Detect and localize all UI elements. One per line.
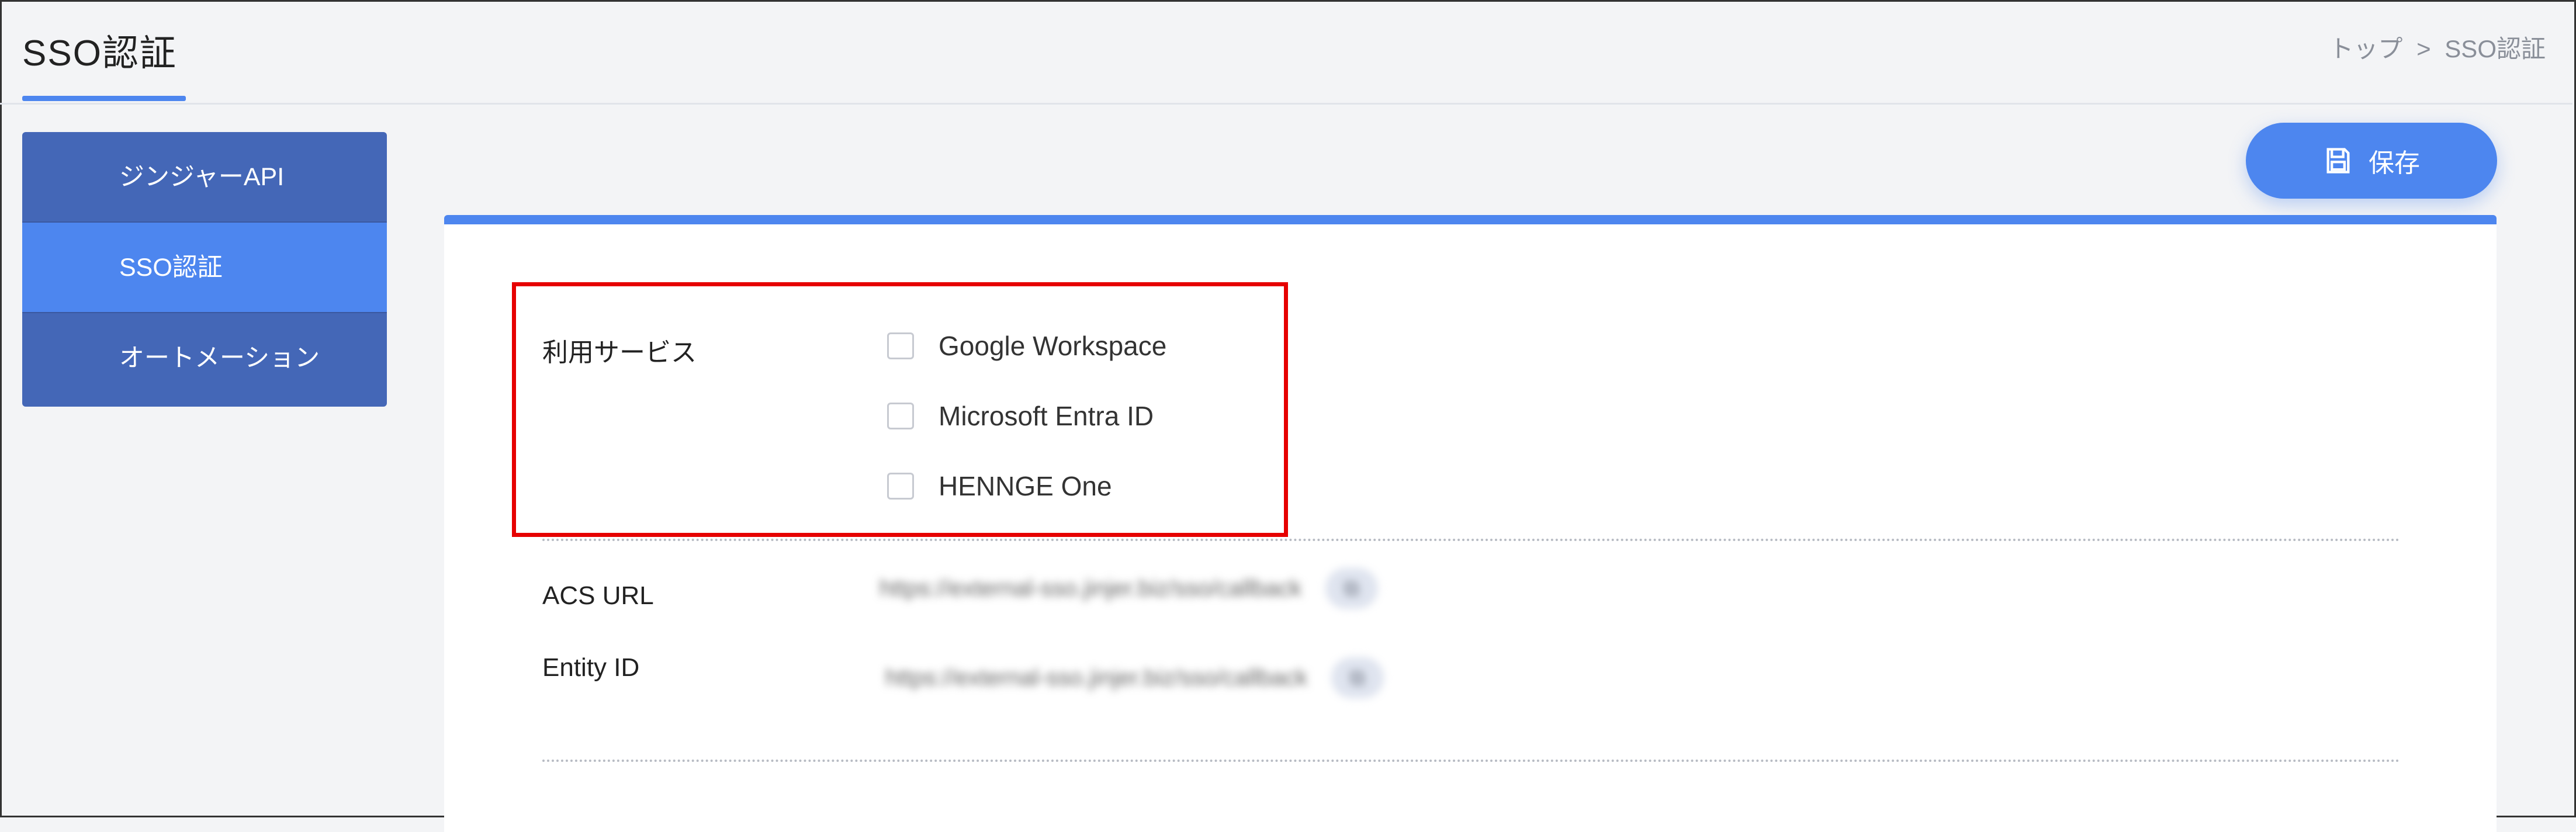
acs-url-label: ACS URL bbox=[542, 581, 654, 610]
breadcrumb-current: SSO認証 bbox=[2445, 35, 2546, 63]
service-label: Microsoft Entra ID bbox=[939, 401, 1154, 431]
save-button-label: 保存 bbox=[2369, 149, 2420, 178]
sidebar-item-automation[interactable]: オートメーション bbox=[22, 313, 387, 404]
entity-id-text: https://external-sso.jinjer.biz/sso/call… bbox=[885, 664, 1308, 691]
breadcrumb: トップ > SSO認証 bbox=[2325, 29, 2549, 65]
save-button[interactable]: 保存 bbox=[2246, 123, 2497, 199]
save-icon bbox=[2326, 148, 2350, 174]
divider bbox=[542, 539, 2401, 541]
service-label: HENNGE One bbox=[939, 471, 1112, 501]
entity-id-label: Entity ID bbox=[542, 653, 640, 682]
page-title: SSO認証 bbox=[22, 33, 177, 74]
sidebar: ジンジャーAPI SSO認証 オートメーション bbox=[22, 132, 387, 407]
copy-icon[interactable]: ⧉ bbox=[1325, 568, 1378, 609]
sidebar-item-sso[interactable]: SSO認証 bbox=[22, 223, 387, 313]
services-label: 利用サービス bbox=[542, 338, 697, 367]
divider bbox=[542, 760, 2401, 762]
entity-id-value: https://external-sso.jinjer.biz/sso/call… bbox=[885, 657, 1384, 698]
page-header: SSO認証 トップ > SSO認証 bbox=[0, 0, 2572, 105]
checkbox-hennge-one[interactable] bbox=[887, 473, 914, 500]
service-label: Google Workspace bbox=[939, 331, 1167, 361]
title-underline bbox=[22, 96, 186, 101]
service-hennge-one[interactable]: HENNGE One bbox=[887, 470, 1112, 502]
acs-url-value: https://external-sso.jinjer.biz/sso/call… bbox=[880, 568, 1378, 609]
checkbox-microsoft-entra-id[interactable] bbox=[887, 403, 914, 429]
breadcrumb-separator: > bbox=[2416, 35, 2431, 63]
copy-icon[interactable]: ⧉ bbox=[1331, 657, 1384, 698]
service-google-workspace[interactable]: Google Workspace bbox=[887, 330, 1166, 362]
sidebar-item-jinjer-api[interactable]: ジンジャーAPI bbox=[22, 132, 387, 223]
breadcrumb-home[interactable]: トップ bbox=[2329, 35, 2402, 63]
service-microsoft-entra-id[interactable]: Microsoft Entra ID bbox=[887, 400, 1154, 432]
acs-url-text: https://external-sso.jinjer.biz/sso/call… bbox=[880, 575, 1302, 601]
checkbox-google-workspace[interactable] bbox=[887, 332, 914, 359]
